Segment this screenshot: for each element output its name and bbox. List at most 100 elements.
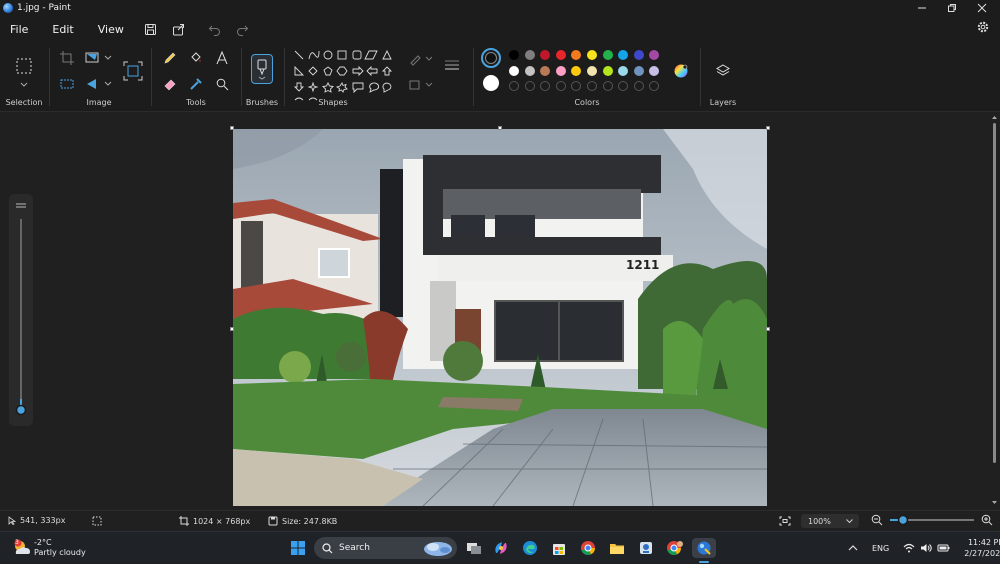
pencil-button[interactable] [161,49,179,67]
copilot-button[interactable] [491,538,511,558]
file-explorer-button[interactable] [607,538,627,558]
custom-color-slot[interactable] [633,81,644,91]
resize-handle[interactable] [766,327,770,331]
color-swatch[interactable] [555,65,566,76]
eraser-button[interactable] [161,75,179,93]
edge-button[interactable] [520,538,540,558]
color-swatch[interactable] [618,50,629,60]
status-bar: 541, 333px 1024 × 768px Size: 247.8KB 10… [0,510,1000,530]
custom-color-slot[interactable] [524,81,535,91]
primary-color-button[interactable] [481,48,501,68]
color-swatch[interactable] [618,65,629,76]
image-select-button[interactable] [58,75,76,93]
crop-icon [60,51,74,65]
chrome-button[interactable] [578,538,598,558]
save-button[interactable] [142,20,160,38]
image-layer-button[interactable] [122,60,144,82]
weather-widget[interactable]: 3 -2°C Partly cloudy [12,538,86,558]
paint-taskbar-button[interactable] [692,538,716,563]
canvas-image[interactable]: 1211 [233,129,767,506]
color-swatch[interactable] [633,65,644,76]
color-swatch[interactable] [649,50,660,60]
chrome-profile-button[interactable] [665,538,685,558]
battery-icon[interactable] [937,543,950,553]
size-button[interactable] [441,56,463,74]
menu-view[interactable]: View [98,23,124,36]
undo-button[interactable] [206,20,224,38]
edit-colors-button[interactable] [672,62,690,80]
text-button[interactable] [213,49,231,67]
fill-button[interactable] [187,49,205,67]
resize-handle[interactable] [230,126,234,130]
custom-color-slot[interactable] [571,81,582,91]
crop-button[interactable] [58,49,76,67]
color-swatch[interactable] [633,50,644,60]
rotate-button[interactable] [84,75,114,93]
zoom-in-button[interactable] [981,514,993,526]
custom-color-slot[interactable] [555,81,566,91]
color-swatch[interactable] [649,65,660,76]
menu-file[interactable]: File [10,23,28,36]
selection-dropdown[interactable] [18,80,30,90]
color-swatch[interactable] [509,50,519,60]
chrome-icon [581,541,595,555]
color-swatch[interactable] [602,50,613,60]
color-swatch[interactable] [571,65,582,76]
vertical-zoom-slider[interactable] [9,194,33,426]
clock[interactable]: 11:42 PM 2/27/2025 [964,537,1000,559]
color-swatch[interactable] [540,50,551,60]
custom-color-slot[interactable] [618,81,629,91]
zoom-slider[interactable] [888,514,976,526]
restore-button[interactable] [937,0,967,16]
color-swatch[interactable] [524,65,535,76]
volume-icon[interactable] [920,543,932,553]
chevron-up-icon[interactable] [848,544,858,552]
redo-button[interactable] [234,20,252,38]
taskbar-search[interactable]: Search [314,537,457,559]
color-swatch[interactable] [509,65,519,76]
color-swatch[interactable] [602,65,613,76]
custom-color-slot[interactable] [649,81,660,91]
secondary-color-button[interactable] [483,75,499,91]
language-indicator[interactable]: ENG [872,544,889,553]
layers-button[interactable] [714,62,732,80]
custom-color-slot[interactable] [509,81,519,91]
settings-button[interactable] [976,20,992,36]
custom-color-slot[interactable] [602,81,613,91]
magnifier-button[interactable] [213,75,231,93]
custom-color-slot[interactable] [587,81,597,91]
magnifier-icon [216,78,229,91]
selection-button[interactable] [14,56,34,76]
minimize-button[interactable] [907,0,937,16]
color-swatch[interactable] [587,50,597,60]
task-view-button[interactable] [464,538,484,558]
brushes-button[interactable] [251,54,273,84]
color-swatch[interactable] [540,65,551,76]
color-picker-button[interactable] [187,75,205,93]
save-icon [145,23,157,35]
color-swatch[interactable] [524,50,535,60]
resize-handle[interactable] [766,126,770,130]
menu-edit[interactable]: Edit [52,23,73,36]
file-size-icon [268,516,278,526]
outline-button[interactable] [407,50,435,68]
wifi-icon[interactable] [903,543,915,553]
resize-button[interactable] [84,49,114,67]
custom-color-slot[interactable] [540,81,551,91]
close-button[interactable] [967,0,997,16]
shapes-gallery[interactable] [293,49,403,103]
store-button[interactable] [549,538,569,558]
color-swatch[interactable] [571,50,582,60]
photos-button[interactable] [636,538,656,558]
zoom-dropdown[interactable]: 100% [801,514,859,528]
fit-to-window-button[interactable] [779,516,791,526]
vertical-scrollbar[interactable] [991,115,998,507]
resize-handle[interactable] [498,126,502,130]
zoom-out-button[interactable] [871,514,883,526]
share-button[interactable] [170,20,188,38]
shape-fill-button[interactable] [407,76,435,94]
color-swatch[interactable] [587,65,597,76]
resize-handle[interactable] [230,327,234,331]
start-button[interactable] [288,538,308,558]
color-swatch[interactable] [555,50,566,60]
